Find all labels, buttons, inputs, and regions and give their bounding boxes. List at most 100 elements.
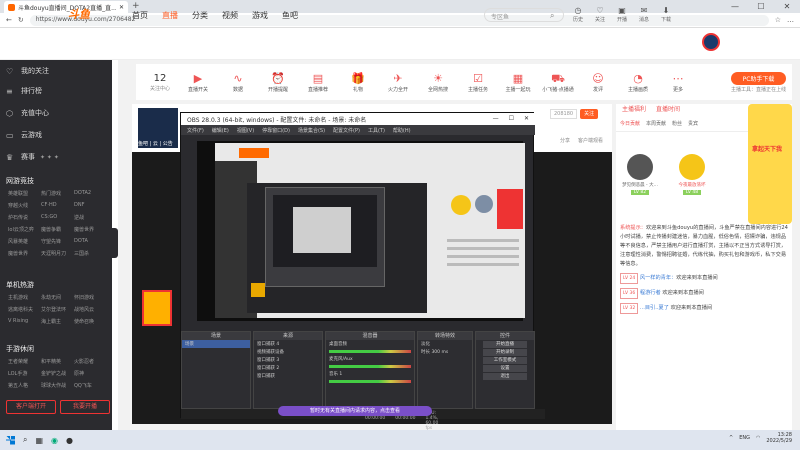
game-link[interactable]: 逆战 (74, 214, 107, 221)
minimize-button[interactable]: — (722, 0, 748, 13)
obs-maximize-icon[interactable]: ☐ (509, 115, 514, 123)
start-streaming-button[interactable]: 开始直播 (483, 341, 527, 348)
obs-menu-view[interactable]: 视图(V) (237, 127, 254, 134)
live-time-link[interactable]: 直播时间 (656, 104, 680, 116)
source-item[interactable]: 视频捕获设备 (254, 348, 322, 356)
share-link[interactable]: 分享 (560, 137, 570, 144)
more-icon[interactable]: … (787, 16, 794, 24)
rank-entry[interactable]: 今夜最放荡坏 LV 48 (672, 154, 712, 195)
game-link[interactable]: 原神 (74, 370, 107, 377)
game-link[interactable]: lol云顶之弈 (8, 226, 41, 233)
game-link[interactable]: DOTA2 (74, 190, 107, 197)
game-link[interactable]: 守望先锋 (41, 238, 74, 245)
section-title-single[interactable]: 单机热游 (6, 280, 34, 290)
cat-gift[interactable]: 🎁 礼物 (338, 72, 378, 93)
game-link[interactable]: 火影忍者 (74, 358, 107, 365)
game-link[interactable]: 炉石传说 (8, 214, 41, 221)
star-icon[interactable]: ☆ (775, 16, 781, 24)
game-link[interactable]: LOL手游 (8, 370, 41, 377)
section-title-mobile[interactable]: 手游休闲 (6, 344, 34, 354)
dice-ad-banner[interactable]: 拿起天下我 (748, 104, 792, 224)
game-link[interactable]: DOTA (74, 238, 107, 245)
game-link[interactable]: 第五人格 (8, 382, 41, 389)
cat-hot[interactable]: ☀ 全网热搜 (418, 72, 458, 93)
download-icon[interactable]: ⬇ 下载 (658, 6, 674, 23)
clip-icon[interactable]: ▣ 开播 (614, 6, 630, 23)
tab-vip[interactable]: 贵宾 (688, 120, 698, 131)
nav-category[interactable]: 分类 (192, 10, 208, 21)
game-link[interactable]: 英雄联盟 (8, 190, 41, 197)
cat-data[interactable]: ∿ 数据 (218, 72, 258, 93)
scene-item[interactable]: 场景 (182, 340, 250, 348)
cat-live-switch[interactable]: ▶ 直播开关 (178, 72, 218, 93)
nav-home[interactable]: 首页 (132, 10, 148, 21)
nav-game[interactable]: 游戏 (252, 10, 268, 21)
cat-recommend[interactable]: ▤ 直播推荐 (298, 72, 338, 93)
obs-menu-profile[interactable]: 配置文件(P) (333, 127, 360, 134)
client-watch-link[interactable]: 客户端观看 (578, 137, 603, 144)
back-icon[interactable]: ← (6, 16, 12, 24)
game-link[interactable]: 球球大作战 (41, 382, 74, 389)
clock[interactable]: 13:28 2022/5/29 (766, 432, 792, 444)
tab-today[interactable]: 今日贡献 (620, 120, 640, 131)
settings-button[interactable]: 设置 (483, 365, 527, 372)
cat-more[interactable]: ⋯ 更多 (658, 72, 698, 93)
game-link[interactable]: 使命召唤 (74, 318, 107, 325)
follow-center[interactable]: 12 关注中心 (142, 73, 178, 92)
game-link[interactable]: 穿越火线 (8, 202, 41, 209)
windows-start-icon[interactable] (6, 435, 15, 445)
game-link[interactable]: 热门游戏 (41, 190, 74, 197)
game-link[interactable]: 魔兽世界 (8, 250, 41, 257)
obs-menu-tools[interactable]: 工具(T) (368, 127, 385, 134)
game-link[interactable]: 主机游戏 (8, 294, 41, 301)
tab-week[interactable]: 本周贡献 (646, 120, 666, 131)
game-link[interactable]: 艾尔登法环 (41, 306, 74, 313)
game-link[interactable]: 永劫无间 (41, 294, 74, 301)
transition-select[interactable]: 淡化 (418, 340, 472, 348)
game-link[interactable]: 逃离塔科夫 (8, 306, 41, 313)
widgets-icon[interactable]: ▦ (35, 436, 43, 445)
sidebar-item-recharge[interactable]: ⬡ 充值中心 (6, 108, 49, 118)
treasure-box-icon[interactable] (142, 290, 172, 326)
source-item[interactable]: 窗口捕获 3 (254, 356, 322, 364)
obs-preview[interactable] (197, 141, 525, 321)
message-icon[interactable]: ✉ 消息 (636, 6, 652, 23)
sidebar-item-follow[interactable]: ♡ 我的关注 (6, 66, 49, 76)
game-link[interactable]: 魔兽争霸 (41, 226, 74, 233)
start-stream-button[interactable]: 我要开播 (60, 400, 110, 414)
anchor-name[interactable]: 鱼吧 | 云 | 公告 (138, 140, 173, 147)
sidebar-item-rank[interactable]: ≡ 排行榜 (6, 86, 42, 96)
section-title-online[interactable]: 网游竞技 (6, 176, 34, 186)
tab-fans[interactable]: 粉丝 (672, 120, 682, 131)
search-icon[interactable]: ⌕ (550, 11, 554, 21)
obs-icon[interactable]: ● (66, 436, 73, 445)
game-link[interactable]: CS:GO (41, 214, 74, 221)
game-link[interactable]: CF·HD (41, 202, 74, 209)
nav-live[interactable]: 直播 (162, 10, 178, 21)
duration-row[interactable]: 时长 300 ms (418, 348, 472, 356)
obs-menu-help[interactable]: 帮助(H) (393, 127, 411, 134)
cat-review[interactable]: ☺ 发评 (578, 72, 618, 93)
wifi-icon[interactable]: ◠ (756, 435, 760, 441)
tab-close-icon[interactable]: ✕ (119, 4, 124, 11)
exit-button[interactable]: 退出 (483, 373, 527, 380)
chevron-up-icon[interactable]: ^ (729, 435, 733, 441)
refresh-icon[interactable]: ↻ (18, 16, 24, 24)
source-item[interactable]: 窗口捕获 4 (254, 340, 322, 348)
game-link[interactable]: 风暴英雄 (8, 238, 41, 245)
nav-fishbar[interactable]: 鱼吧 (282, 10, 298, 21)
avatar[interactable] (702, 33, 720, 51)
obs-menu-docks[interactable]: 停靠窗口(D) (262, 127, 290, 134)
pc-assistant-button[interactable]: PC助手下载 主播工具：直播正在上线 (730, 71, 786, 93)
game-link[interactable]: 怀旧游戏 (74, 294, 107, 301)
douyu-logo[interactable]: 斗鱼 (68, 6, 112, 24)
maximize-button[interactable]: ☐ (748, 0, 774, 13)
obs-menu-edit[interactable]: 编辑(E) (212, 127, 229, 134)
cat-play-together[interactable]: ▦ 主播一起玩 (498, 72, 538, 93)
mixer-meter[interactable] (329, 365, 411, 368)
stream-notice-banner[interactable]: 暂时无有关直播间内请求内容，点击查看 (278, 406, 432, 416)
game-link[interactable]: QQ飞车 (74, 382, 107, 389)
sidebar-item-cloudgame[interactable]: ▭ 云游戏 (6, 130, 42, 140)
game-link[interactable]: DNF (74, 202, 107, 209)
rank-entry[interactable]: 梦见倒悲晨 - 大... LV 82 (620, 154, 660, 195)
